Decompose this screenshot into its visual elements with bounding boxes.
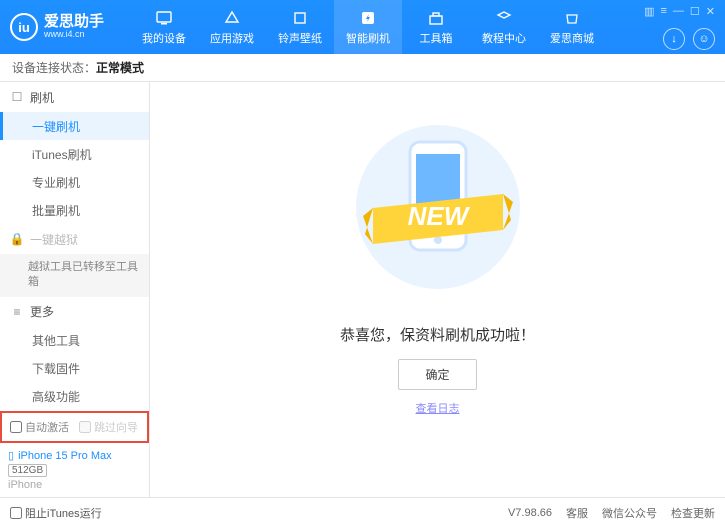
menu-icon[interactable]: ▥	[644, 5, 654, 18]
maximize-icon[interactable]: ☐	[690, 5, 700, 18]
svg-text:NEW: NEW	[407, 201, 470, 231]
logo-icon: iu	[10, 13, 38, 41]
app-name: 爱思助手	[44, 14, 104, 31]
sidebar: ☐ 刷机 一键刷机 iTunes刷机 专业刷机 批量刷机 🔒 一键越狱 越狱工具…	[0, 82, 150, 497]
auto-activate-checkbox[interactable]: 自动激活	[10, 419, 69, 435]
user-button[interactable]: ☺	[693, 28, 715, 50]
sidebar-group-jailbreak: 🔒 一键越狱	[0, 224, 149, 254]
connection-status: 设备连接状态：正常模式	[0, 54, 725, 82]
minimize-icon[interactable]: —	[673, 5, 684, 18]
footer: 阻止iTunes运行 V7.98.66 客服 微信公众号 检查更新	[0, 497, 725, 527]
device-info: ▯ iPhone 15 Pro Max 512GB iPhone	[0, 443, 149, 497]
ringtone-icon	[290, 9, 310, 27]
download-button[interactable]: ↓	[663, 28, 685, 50]
apps-icon	[222, 9, 242, 27]
footer-support[interactable]: 客服	[566, 505, 588, 521]
sidebar-group-more[interactable]: ≡ 更多	[0, 297, 149, 327]
nav-my-device[interactable]: 我的设备	[130, 0, 198, 54]
nav-apps[interactable]: 应用游戏	[198, 0, 266, 54]
lock-icon: 🔒	[10, 232, 24, 246]
success-illustration: NEW	[343, 112, 533, 312]
titlebar: iu 爱思助手 www.i4.cn 我的设备 应用游戏 铃声壁纸 智能刷机 工具…	[0, 0, 725, 54]
sidebar-item-download-fw[interactable]: 下载固件	[0, 355, 149, 383]
app-url: www.i4.cn	[44, 30, 104, 40]
footer-update[interactable]: 检查更新	[671, 505, 715, 521]
close-icon[interactable]: ✕	[706, 5, 715, 18]
main-panel: NEW 恭喜您，保资料刷机成功啦！ 确定 查看日志	[150, 82, 725, 497]
sidebar-item-advanced[interactable]: 高级功能	[0, 383, 149, 411]
phone-icon: ▯	[8, 449, 14, 462]
skin-icon[interactable]: ≡	[660, 5, 666, 18]
nav-tutorials[interactable]: 教程中心	[470, 0, 538, 54]
more-icon: ≡	[10, 305, 24, 319]
ok-button[interactable]: 确定	[398, 359, 476, 390]
block-itunes-checkbox[interactable]: 阻止iTunes运行	[10, 505, 102, 521]
jailbreak-moved-note: 越狱工具已转移至工具箱	[0, 254, 149, 297]
tutorial-icon	[494, 9, 514, 27]
device-icon	[154, 9, 174, 27]
toolbox-icon	[426, 9, 446, 27]
view-log-link[interactable]: 查看日志	[416, 400, 460, 416]
success-message: 恭喜您，保资料刷机成功啦！	[340, 324, 535, 345]
top-nav: 我的设备 应用游戏 铃声壁纸 智能刷机 工具箱 教程中心 爱思商城	[130, 0, 606, 54]
flash-group-icon: ☐	[10, 90, 24, 104]
sidebar-options-box: 自动激活 跳过向导	[0, 411, 149, 443]
device-storage: 512GB	[8, 464, 47, 477]
version-label: V7.98.66	[508, 507, 552, 519]
device-name[interactable]: ▯ iPhone 15 Pro Max	[8, 449, 141, 462]
sidebar-item-other-tools[interactable]: 其他工具	[0, 327, 149, 355]
flash-icon	[358, 9, 378, 27]
nav-toolbox[interactable]: 工具箱	[402, 0, 470, 54]
sidebar-item-batch[interactable]: 批量刷机	[0, 196, 149, 224]
skip-guide-checkbox[interactable]: 跳过向导	[79, 419, 138, 435]
nav-flash[interactable]: 智能刷机	[334, 0, 402, 54]
store-icon	[562, 9, 582, 27]
window-controls: ▥ ≡ — ☐ ✕	[644, 5, 715, 18]
nav-ringtones[interactable]: 铃声壁纸	[266, 0, 334, 54]
nav-store[interactable]: 爱思商城	[538, 0, 606, 54]
device-type: iPhone	[8, 479, 141, 491]
sidebar-item-pro[interactable]: 专业刷机	[0, 168, 149, 196]
app-logo: iu 爱思助手 www.i4.cn	[10, 13, 130, 41]
footer-wechat[interactable]: 微信公众号	[602, 505, 657, 521]
sidebar-item-itunes[interactable]: iTunes刷机	[0, 140, 149, 168]
sidebar-group-flash[interactable]: ☐ 刷机	[0, 82, 149, 112]
sidebar-item-oneclick[interactable]: 一键刷机	[0, 112, 149, 140]
